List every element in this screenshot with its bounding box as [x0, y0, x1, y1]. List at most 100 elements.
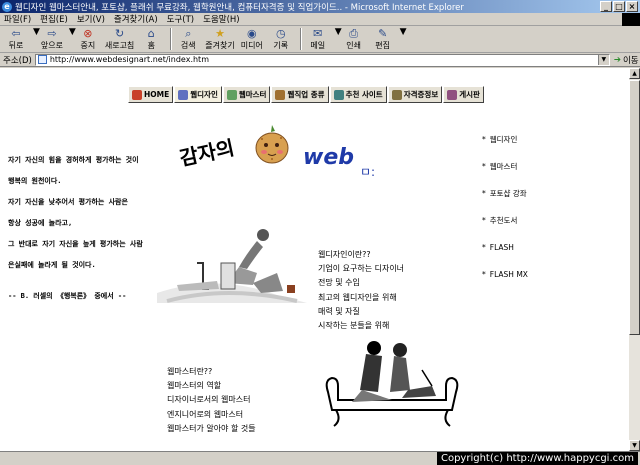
briefcase-icon — [275, 89, 286, 100]
media-button[interactable]: ◉ 미디어 — [240, 27, 264, 51]
side-nav-item-books[interactable]: * 추천도서 — [482, 215, 528, 242]
history-button[interactable]: ◷ 기록 — [269, 27, 293, 51]
back-arrow-icon: ⇦ — [11, 27, 21, 40]
webmaster-link[interactable]: 웹마스터가 알아야 할 것들 — [167, 422, 256, 436]
designer-link[interactable]: 매력 및 자질 — [318, 305, 404, 319]
menu-favorites[interactable]: 즐겨찾기(A) — [114, 13, 158, 25]
designer-link[interactable]: 최고의 웹디자인을 위해 — [318, 291, 404, 305]
quote-author: -- B. 러셀의 《행복론》 중에서 -- — [8, 292, 127, 300]
bullet-star: * — [482, 243, 486, 252]
certificate-icon — [391, 89, 402, 100]
home-icon: ⌂ — [147, 27, 155, 40]
webmaster-link[interactable]: 웹마스터란?? — [167, 365, 256, 379]
address-dropdown-icon[interactable]: ▼ — [597, 54, 609, 65]
minimize-button[interactable]: _ — [600, 1, 612, 12]
webmaster-link[interactable]: 웹마스터의 역할 — [167, 379, 256, 393]
vertical-scrollbar[interactable]: ▲ ▼ — [629, 68, 640, 451]
forward-dropdown-icon[interactable]: ▼ — [69, 27, 76, 37]
designer-link[interactable]: 전망 및 수입 — [318, 276, 404, 290]
logo-web-text: web — [303, 145, 354, 170]
quote-block: 자기 자신의 힘을 경허하게 평가하는 것이 행복의 원천이다. 자기 자신을 … — [8, 150, 148, 307]
scroll-thumb[interactable] — [629, 80, 640, 335]
nav-recommended-sites[interactable]: 추천 사이트 — [329, 86, 387, 103]
quote-line: 자기 자신의 힘을 경허하게 평가하는 것이 — [8, 156, 139, 164]
go-button[interactable]: ➔ 이동 — [614, 54, 639, 66]
side-nav-item-webdesign[interactable]: * 웹디자인 — [482, 134, 528, 161]
menu-view[interactable]: 보기(V) — [77, 13, 105, 25]
logo-korean-text: 감자의 — [177, 135, 237, 171]
site-logo: 감자의 web ㅁ: — [175, 123, 375, 183]
menu-file[interactable]: 파일(F) — [4, 13, 31, 25]
nav-webmaster[interactable]: 웹마스터 — [222, 86, 271, 103]
favorites-icon: ★ — [215, 27, 225, 40]
woman-at-computer-illustration — [157, 223, 307, 303]
address-url: http://www.webdesignart.net/index.htm — [49, 55, 209, 64]
bullet-star: * — [482, 189, 486, 198]
side-nav-item-flash-mx[interactable]: * FLASH MX — [482, 269, 528, 296]
mail-dropdown-icon[interactable]: ▼ — [335, 27, 342, 37]
media-icon: ◉ — [246, 27, 257, 40]
quote-line: 은실패에 놀라게 될 것이다. — [8, 261, 96, 269]
side-nav: * 웹디자인 * 웹마스터 * 포토샵 강좌 * 추천도서 * FLASH * FLASH … — [482, 134, 528, 296]
nav-home[interactable]: HOME — [128, 86, 174, 103]
bullet-star: * — [482, 162, 486, 171]
refresh-button[interactable]: ↻ 새로고침 — [105, 27, 134, 51]
edit-button[interactable]: ✎ 편집 — [371, 27, 395, 51]
people-icon — [226, 89, 237, 100]
forward-arrow-icon: ⇨ — [47, 27, 57, 40]
board-icon — [447, 89, 458, 100]
forward-button[interactable]: ⇨ 앞으로 — [40, 27, 64, 51]
nav-webdesign[interactable]: 웹디자인 — [174, 86, 222, 103]
scroll-up-icon[interactable]: ▲ — [629, 68, 640, 79]
bullet-star: * — [482, 270, 486, 279]
webmaster-link-list: 웹마스터란?? 웹마스터의 역할 디자이너로서의 웹마스터 엔지니어로의 웹마스… — [167, 365, 256, 436]
webmaster-link[interactable]: 엔지니어로의 웹마스터 — [167, 408, 256, 422]
windows-logo-icon — [622, 13, 640, 26]
mail-button[interactable]: ✉ 메일 — [306, 27, 330, 51]
designer-link[interactable]: 기업이 요구하는 디자이너 — [318, 262, 404, 276]
palette-icon — [178, 89, 189, 100]
webmaster-link[interactable]: 디자이너로서의 웹마스터 — [167, 393, 256, 407]
stop-icon: ⊗ — [83, 27, 93, 40]
back-dropdown-icon[interactable]: ▼ — [33, 27, 40, 37]
designer-link[interactable]: 웹디자인이란?? — [318, 248, 404, 262]
quote-line: 그 반대로 자기 자신을 높게 평가하는 사람 — [8, 240, 143, 248]
link-icon — [333, 89, 344, 100]
edit-icon: ✎ — [378, 27, 388, 40]
home-icon — [132, 89, 142, 100]
page-icon — [37, 55, 47, 64]
print-button[interactable]: ⎙ 인쇄 — [342, 27, 366, 51]
scroll-down-icon[interactable]: ▼ — [629, 440, 640, 451]
menu-help[interactable]: 도움말(H) — [203, 13, 239, 25]
toolbar: ⇦ 뒤로 ▼ ⇨ 앞으로 ▼ ⊗ 중지 ↻ 새로고침 ⌂ 홈 ⌕ 검색 ★ 즐겨… — [0, 27, 640, 53]
back-button[interactable]: ⇦ 뒤로 — [4, 27, 28, 51]
address-input[interactable]: http://www.webdesignart.net/index.htm ▼ — [34, 53, 610, 66]
window-controls: _ □ × — [600, 1, 638, 12]
side-nav-item-flash[interactable]: * FLASH — [482, 242, 528, 269]
side-nav-item-webmaster[interactable]: * 웹마스터 — [482, 161, 528, 188]
menu-edit[interactable]: 편집(E) — [40, 13, 68, 25]
designer-link-list: 웹디자인이란?? 기업이 요구하는 디자이너 전망 및 수입 최고의 웹디자인을… — [318, 248, 404, 333]
side-nav-item-photoshop[interactable]: * 포토샵 강좌 — [482, 188, 528, 215]
mail-icon: ✉ — [313, 27, 323, 40]
address-label: 주소(D) — [3, 55, 32, 66]
maximize-button[interactable]: □ — [613, 1, 625, 12]
stop-button[interactable]: ⊗ 중지 — [76, 27, 100, 51]
designer-link[interactable]: 시작하는 분들을 위해 — [318, 319, 404, 333]
status-bar: Copyright(c) http://www.happycgi.com — [0, 451, 640, 465]
search-button[interactable]: ⌕ 검색 — [176, 27, 200, 51]
menu-tools[interactable]: 도구(T) — [167, 13, 194, 25]
close-button[interactable]: × — [626, 1, 638, 12]
women-on-sofa-illustration — [325, 341, 459, 427]
print-icon: ⎙ — [349, 26, 359, 40]
nav-board[interactable]: 게시판 — [443, 86, 484, 103]
favorites-button[interactable]: ★ 즐겨찾기 — [205, 27, 234, 51]
home-button[interactable]: ⌂ 홈 — [139, 27, 163, 51]
nav-jobs[interactable]: 웹직업 종류 — [271, 86, 329, 103]
copyright-text: Copyright(c) http://www.happycgi.com — [436, 452, 638, 465]
edit-dropdown-icon[interactable]: ▼ — [400, 27, 407, 37]
search-icon: ⌕ — [185, 26, 192, 40]
nav-certificates[interactable]: 자격증정보 — [387, 86, 443, 103]
quote-line: 자기 자신을 낮추어서 평가하는 사람은 — [8, 198, 128, 206]
page-viewport: HOME 웹디자인 웹마스터 웹직업 종류 추천 사이트 자격증정보 게시판 자… — [0, 68, 629, 451]
